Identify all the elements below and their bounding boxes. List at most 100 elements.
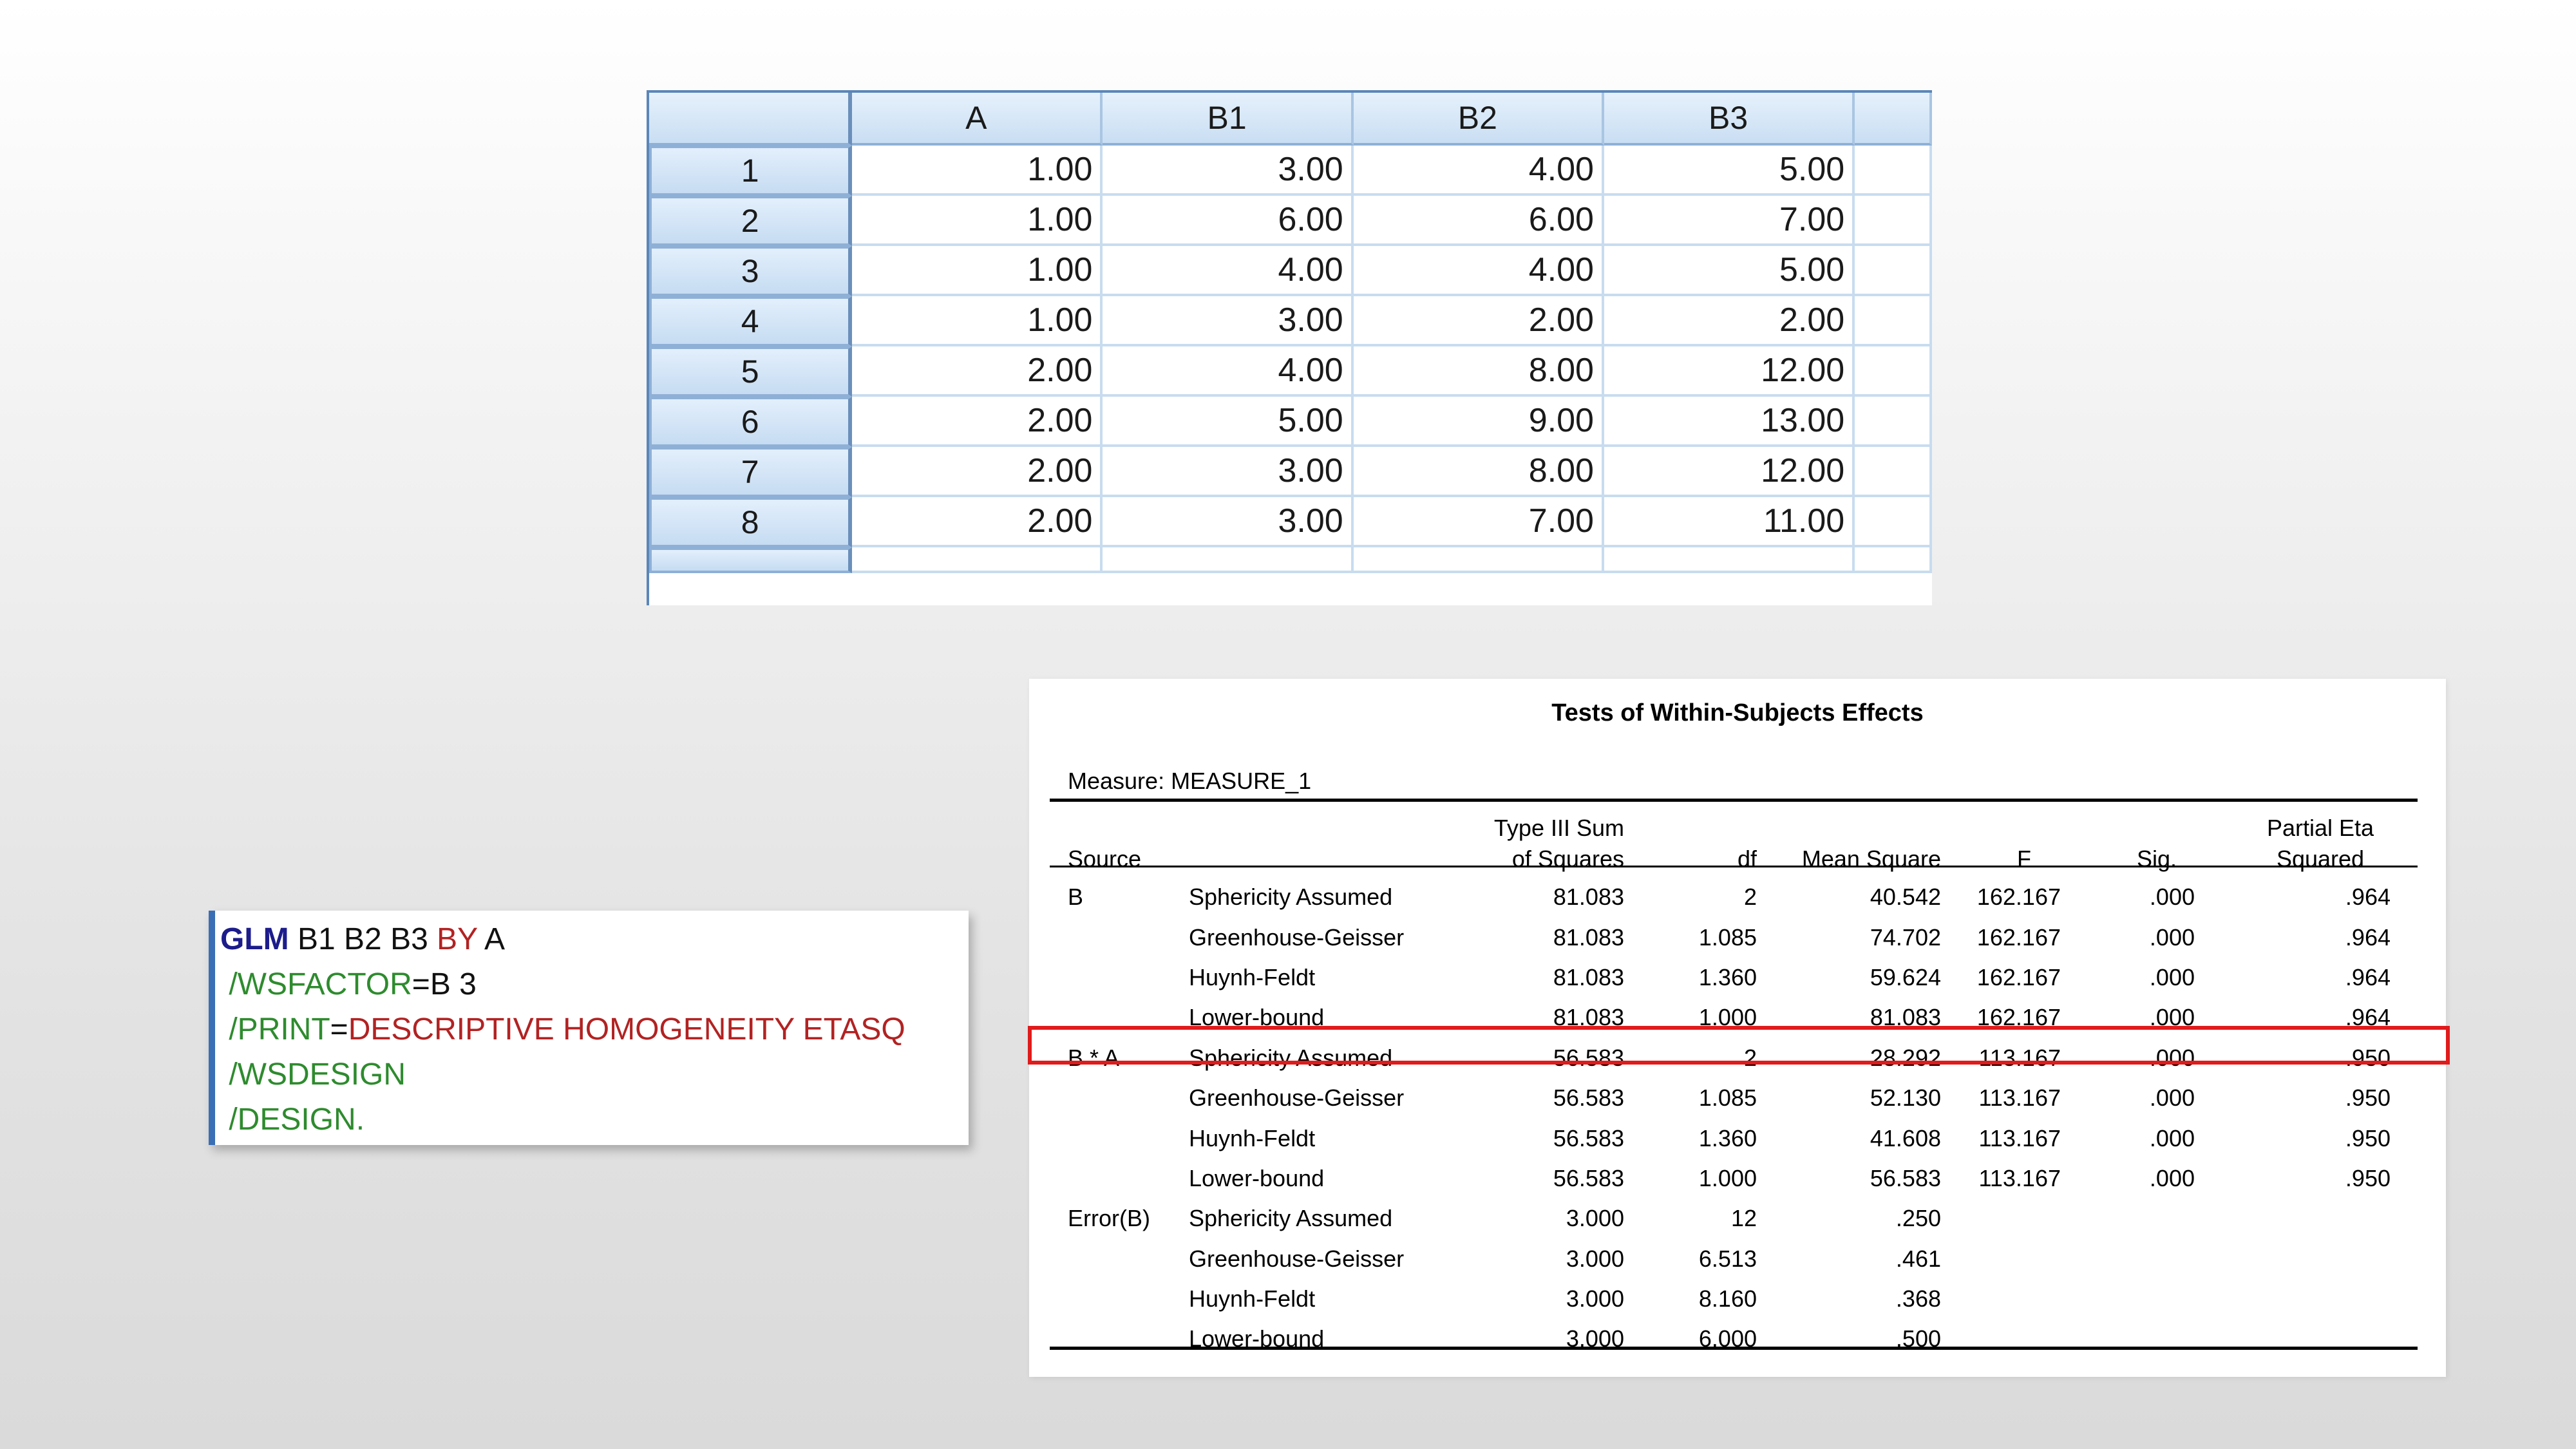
grid-cell[interactable] xyxy=(1855,397,1932,447)
grid-cell[interactable]: 7.00 xyxy=(1353,497,1604,547)
grid-cell[interactable]: 11.00 xyxy=(1604,497,1855,547)
table-title: Tests of Within-Subjects Effects xyxy=(1551,699,1924,726)
syntax-variables: B1 B2 B3 xyxy=(289,922,437,956)
cell-source xyxy=(1050,958,1189,998)
grid-cell[interactable] xyxy=(1855,497,1932,547)
cell-correction: Sphericity Assumed xyxy=(1189,884,1393,911)
cell-mean-square: 56.583 xyxy=(1870,1164,1941,1191)
row-header[interactable] xyxy=(649,547,853,573)
cell-source xyxy=(1050,1078,1189,1118)
cell-partial-eta: .950 xyxy=(2345,1164,2391,1191)
cell-sig: .000 xyxy=(2149,884,2195,911)
grid-cell[interactable]: 8.00 xyxy=(1353,346,1604,397)
grid-cell[interactable]: 8.00 xyxy=(1353,447,1604,497)
syntax-editor[interactable]: GLM B1 B2 B3 BY A /WSFACTOR=B 3 /PRINT=D… xyxy=(209,911,969,1145)
header-mean-square: Mean Square xyxy=(1801,846,1941,872)
grid-cell[interactable]: 2.00 xyxy=(852,497,1103,547)
grid-cell[interactable] xyxy=(1353,547,1604,573)
cell-df: 1.360 xyxy=(1698,1124,1757,1151)
grid-cell[interactable]: 3.00 xyxy=(1103,497,1354,547)
row-header[interactable]: 4 xyxy=(649,296,853,346)
syntax-keyword-by: BY xyxy=(437,922,478,956)
grid-cell[interactable]: 5.00 xyxy=(1604,246,1855,296)
grid-cell[interactable] xyxy=(1855,246,1932,296)
grid-cell[interactable]: 2.00 xyxy=(1604,296,1855,346)
row-header[interactable]: 1 xyxy=(649,146,853,196)
column-header-b1[interactable]: B1 xyxy=(1103,93,1354,146)
grid-cell[interactable] xyxy=(1855,146,1932,196)
grid-cell[interactable] xyxy=(1855,296,1932,346)
column-header-a[interactable]: A xyxy=(852,93,1103,146)
table-row: Greenhouse-Geisser 3.000 6.513 .461 xyxy=(1050,1239,2418,1279)
row-header[interactable]: 7 xyxy=(649,447,853,497)
syntax-subcommand: /PRINT xyxy=(220,1012,330,1046)
column-header-b3[interactable]: B3 xyxy=(1604,93,1855,146)
cell-mean-square: 74.702 xyxy=(1870,923,1941,951)
cell-ss: 3.000 xyxy=(1566,1205,1624,1232)
syntax-line-1: GLM B1 B2 B3 BY A xyxy=(220,917,969,962)
syntax-factor: A xyxy=(477,922,505,956)
grid-cell[interactable]: 6.00 xyxy=(1353,196,1604,246)
syntax-value: =B 3 xyxy=(412,967,477,1001)
grid-corner-cell[interactable] xyxy=(649,93,853,146)
cell-partial-eta xyxy=(2223,1319,2418,1359)
grid-cell[interactable]: 4.00 xyxy=(1353,146,1604,196)
header-partial-eta: Partial Eta Squared xyxy=(2223,806,2418,877)
column-header-next[interactable] xyxy=(1855,93,1932,146)
row-header[interactable]: 5 xyxy=(649,346,853,397)
cell-correction: Huynh-Feldt xyxy=(1189,1124,1316,1151)
grid-cell[interactable]: 5.00 xyxy=(1103,397,1354,447)
grid-cell[interactable]: 4.00 xyxy=(1353,246,1604,296)
cell-f xyxy=(1958,1198,2090,1238)
grid-cell[interactable] xyxy=(1855,547,1932,573)
cell-ss: 81.083 xyxy=(1553,884,1624,911)
column-header-b2[interactable]: B2 xyxy=(1353,93,1604,146)
grid-cell[interactable]: 2.00 xyxy=(852,447,1103,497)
cell-source xyxy=(1050,1279,1189,1319)
grid-cell[interactable]: 9.00 xyxy=(1353,397,1604,447)
cell-source xyxy=(1050,1159,1189,1198)
row-header[interactable]: 6 xyxy=(649,397,853,447)
grid-cell[interactable]: 3.00 xyxy=(1103,296,1354,346)
header-sig: Sig. xyxy=(2136,846,2177,872)
cell-correction: Huynh-Feldt xyxy=(1189,963,1316,990)
cell-mean-square: .461 xyxy=(1895,1245,1941,1272)
grid-cell[interactable]: 13.00 xyxy=(1604,397,1855,447)
grid-cell[interactable] xyxy=(1855,447,1932,497)
row-header[interactable]: 8 xyxy=(649,497,853,547)
grid-cell[interactable] xyxy=(852,547,1103,573)
grid-cell[interactable] xyxy=(1604,547,1855,573)
grid-cell[interactable]: 1.00 xyxy=(852,196,1103,246)
grid-cell[interactable]: 1.00 xyxy=(852,146,1103,196)
grid-cell[interactable]: 2.00 xyxy=(852,397,1103,447)
cell-correction: Huynh-Feldt xyxy=(1189,1285,1316,1312)
grid-cell[interactable]: 7.00 xyxy=(1604,196,1855,246)
grid-cell[interactable]: 3.00 xyxy=(1103,447,1354,497)
cell-ss: 81.083 xyxy=(1553,923,1624,951)
grid-cell[interactable]: 1.00 xyxy=(852,296,1103,346)
grid-cell[interactable] xyxy=(1855,196,1932,246)
cell-f: 162.167 xyxy=(1976,963,2061,990)
grid-cell[interactable]: 12.00 xyxy=(1604,447,1855,497)
cell-mean-square: 59.624 xyxy=(1870,963,1941,990)
grid-cell[interactable]: 6.00 xyxy=(1103,196,1354,246)
grid-cell[interactable]: 1.00 xyxy=(852,246,1103,296)
cell-mean-square: 52.130 xyxy=(1870,1084,1941,1112)
grid-cell[interactable]: 4.00 xyxy=(1103,346,1354,397)
row-header[interactable]: 3 xyxy=(649,246,853,296)
cell-df: 2 xyxy=(1743,884,1757,911)
table-row: Error(B) Sphericity Assumed 3.000 12 .25… xyxy=(1050,1198,2418,1238)
row-header[interactable]: 2 xyxy=(649,196,853,246)
grid-cell[interactable]: 2.00 xyxy=(852,346,1103,397)
grid-cell[interactable]: 2.00 xyxy=(1353,296,1604,346)
header-correction xyxy=(1189,806,1457,877)
grid-cell[interactable] xyxy=(1855,346,1932,397)
grid-cell[interactable]: 5.00 xyxy=(1604,146,1855,196)
grid-cell[interactable] xyxy=(1103,547,1354,573)
grid-cell[interactable]: 12.00 xyxy=(1604,346,1855,397)
grid-cell[interactable]: 3.00 xyxy=(1103,146,1354,196)
cell-sig: .000 xyxy=(2149,1164,2195,1191)
cell-source xyxy=(1050,917,1189,957)
grid-cell[interactable]: 4.00 xyxy=(1103,246,1354,296)
header-f: F xyxy=(2017,846,2031,872)
